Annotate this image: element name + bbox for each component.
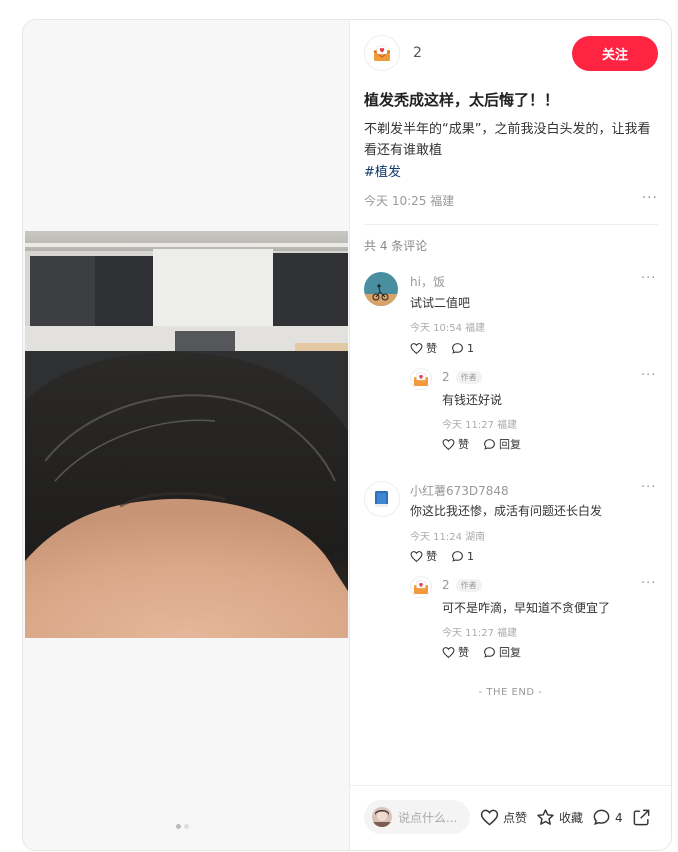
carousel-dots[interactable] — [176, 824, 189, 829]
mail-heart-icon — [373, 45, 391, 61]
comment-icon — [452, 550, 463, 562]
comment-count-label: 4 — [615, 810, 623, 825]
reply-button[interactable]: 回复 — [483, 644, 521, 660]
media-panel — [23, 20, 350, 850]
like-button[interactable]: 点赞 — [480, 808, 527, 827]
note-description: 不剃发半年的“成果”，之前我没白头发的，让我看看还有谁敢植 — [364, 122, 651, 158]
comment-count: 共 4 条评论 — [364, 239, 428, 253]
note-photo[interactable] — [25, 231, 348, 638]
end-marker: - THE END - — [478, 687, 543, 698]
author-badge: 作者 — [455, 371, 482, 384]
like-label: 赞 — [458, 438, 469, 451]
comment-text: 你这比我还惨，成活有问题还长白发 — [410, 504, 603, 518]
reply-avatar[interactable] — [410, 368, 432, 390]
book-icon — [375, 491, 388, 507]
comment-meta: 今天 10:54 福建 — [410, 323, 486, 334]
like-label: 点赞 — [503, 811, 528, 825]
reply-count-button[interactable]: 1 — [451, 550, 474, 563]
comment-actions: 赞 1 — [410, 340, 488, 356]
more-icon[interactable]: ··· — [641, 368, 656, 383]
reply-avatar[interactable] — [410, 576, 432, 598]
author-badge: 作者 — [455, 579, 482, 592]
reply-count-button[interactable]: 1 — [451, 342, 474, 355]
engagement-actions: 点赞 收藏 4 — [480, 808, 660, 827]
comment-icon — [593, 809, 610, 825]
share-button[interactable] — [632, 808, 651, 827]
reply-author[interactable]: 2 作者 — [442, 370, 482, 384]
reply-meta: 今天 11:27 福建 — [442, 628, 518, 639]
heart-icon — [480, 809, 499, 826]
reply-count: 1 — [467, 341, 474, 355]
more-icon[interactable]: ··· — [641, 576, 656, 591]
share-icon — [633, 809, 650, 826]
like-button[interactable]: 赞 — [410, 548, 437, 564]
commenter-name[interactable]: 小红薯673D7848 — [410, 482, 509, 499]
more-icon[interactable]: ··· — [641, 480, 656, 495]
reply-text: 可不是咋滴，早知道不贪便宜了 — [442, 601, 611, 615]
comment-meta: 今天 11:24 湖南 — [410, 532, 486, 543]
reply-actions: 赞 回复 — [442, 644, 535, 660]
note-title: 植发秃成这样，太后悔了！！ — [364, 91, 560, 109]
like-label: 赞 — [426, 342, 437, 355]
heart-icon — [442, 438, 455, 450]
author-row: 2 关注 — [364, 35, 658, 71]
like-button[interactable]: 赞 — [442, 436, 469, 452]
like-button[interactable]: 赞 — [442, 644, 469, 660]
reply-author[interactable]: 2 作者 — [442, 578, 482, 592]
like-button[interactable]: 赞 — [410, 340, 437, 356]
like-label: 赞 — [426, 550, 437, 563]
comment-input[interactable]: 说点什么... — [364, 800, 470, 834]
reply-count: 1 — [467, 549, 474, 563]
note-card: 2 关注 植发秃成这样，太后悔了！！ 不剃发半年的“成果”，之前我没白头发的，让… — [22, 19, 672, 851]
author-name[interactable]: 2 — [413, 45, 422, 61]
carousel-dot[interactable] — [176, 824, 181, 829]
like-label: 赞 — [458, 646, 469, 659]
carousel-dot[interactable] — [184, 824, 189, 829]
heart-icon — [410, 342, 423, 354]
star-icon — [537, 809, 554, 825]
comment-button[interactable]: 4 — [592, 808, 623, 827]
more-icon[interactable]: ··· — [642, 190, 658, 206]
hashtag-link[interactable]: #植发 — [364, 161, 401, 180]
comment-icon — [452, 342, 463, 354]
reply-author-name: 2 — [442, 370, 450, 384]
comment-icon — [484, 438, 495, 450]
reply-button[interactable]: 回复 — [483, 436, 521, 452]
collect-button[interactable]: 收藏 — [536, 808, 583, 827]
note-date-location: 今天 10:25 福建 — [364, 194, 455, 208]
note-detail-panel: 2 关注 植发秃成这样，太后悔了！！ 不剃发半年的“成果”，之前我没白头发的，让… — [350, 20, 671, 850]
mail-heart-icon — [414, 372, 428, 386]
commenter-avatar[interactable] — [364, 272, 398, 306]
author-avatar[interactable] — [364, 35, 400, 71]
commenter-name[interactable]: hi，饭 — [410, 273, 445, 290]
heart-icon — [410, 550, 423, 562]
reply-author-name: 2 — [442, 578, 450, 592]
collect-label: 收藏 — [559, 811, 584, 825]
reply-label: 回复 — [499, 438, 521, 451]
reply-meta: 今天 11:27 福建 — [442, 420, 518, 431]
note-meta: 今天 10:25 福建 ··· — [364, 190, 658, 209]
user-avatar — [372, 807, 392, 827]
more-icon[interactable]: ··· — [641, 271, 656, 286]
reply-text: 有钱还好说 — [442, 393, 503, 407]
comment-actions: 赞 1 — [410, 548, 488, 564]
mail-heart-icon — [414, 580, 428, 594]
reply-actions: 赞 回复 — [442, 436, 535, 452]
divider — [364, 224, 658, 225]
commenter-avatar[interactable] — [364, 481, 400, 517]
comment-icon — [484, 646, 495, 658]
heart-icon — [442, 646, 455, 658]
comment-text: 试试二值吧 — [410, 296, 471, 310]
reply-label: 回复 — [499, 646, 521, 659]
comment-input-placeholder: 说点什么... — [398, 810, 458, 825]
bottom-bar: 说点什么... 点赞 收藏 4 — [350, 785, 671, 850]
follow-button[interactable]: 关注 — [572, 35, 658, 71]
